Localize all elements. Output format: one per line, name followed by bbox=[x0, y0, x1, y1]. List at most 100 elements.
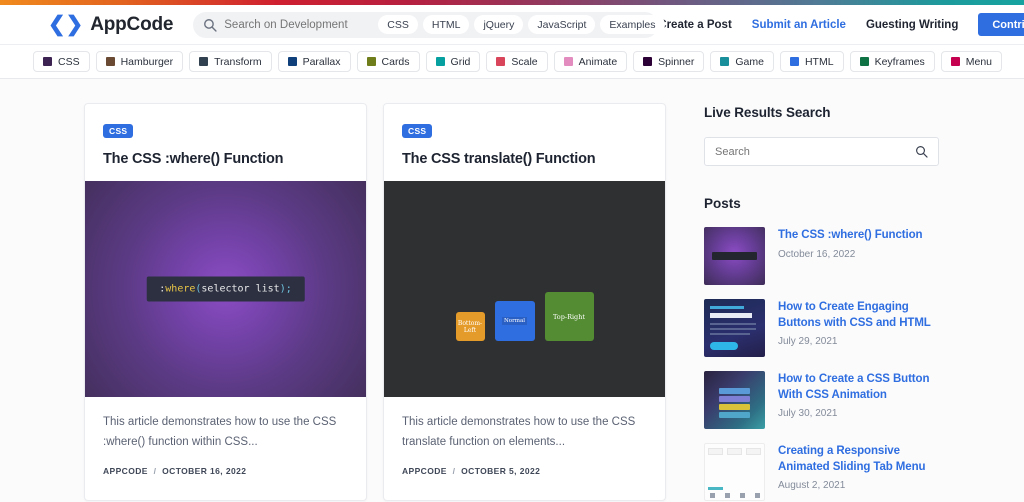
color-swatch-icon bbox=[105, 57, 115, 66]
post-body: How to Create Engaging Buttons with CSS … bbox=[778, 299, 939, 347]
list-item[interactable]: How to Create a CSS Button With CSS Anim… bbox=[704, 371, 939, 429]
category-parallax[interactable]: Parallax bbox=[277, 51, 351, 72]
nav-submit-an-article[interactable]: Submit an Article bbox=[752, 19, 846, 31]
list-item[interactable]: Creating a Responsive Animated Sliding T… bbox=[704, 443, 939, 501]
category-scale[interactable]: Scale bbox=[486, 51, 548, 72]
category-label: Menu bbox=[965, 55, 993, 68]
category-grid[interactable]: Grid bbox=[425, 51, 481, 72]
code-chevron-right-icon: ❯ bbox=[65, 13, 84, 36]
category-transform[interactable]: Transform bbox=[189, 51, 272, 72]
card-footer: This article demonstrates how to use the… bbox=[384, 397, 665, 492]
color-swatch-icon bbox=[435, 57, 445, 66]
card-author: APPCODE bbox=[103, 465, 148, 476]
chip-javascript[interactable]: JavaScript bbox=[528, 15, 596, 34]
code-semicolon: ; bbox=[285, 283, 292, 295]
code-args: selector list bbox=[201, 283, 280, 295]
post-date: July 29, 2021 bbox=[778, 336, 838, 348]
color-swatch-icon bbox=[563, 57, 573, 66]
card-meta: APPCODE / OCTOBER 16, 2022 bbox=[103, 466, 348, 476]
post-thumbnail bbox=[704, 371, 765, 429]
thumb-deco bbox=[710, 323, 756, 325]
post-date: July 30, 2021 bbox=[778, 408, 838, 420]
card-meta: APPCODE / OCTOBER 5, 2022 bbox=[402, 466, 647, 476]
category-label: Spinner bbox=[658, 55, 695, 68]
thumb-deco bbox=[719, 396, 750, 402]
category-label: Cards bbox=[381, 55, 410, 68]
category-html[interactable]: HTML bbox=[779, 51, 844, 72]
sidebar: Live Results Search Posts The CSS :where… bbox=[704, 103, 939, 501]
sidebar-search[interactable] bbox=[704, 137, 939, 166]
thumb-deco bbox=[710, 328, 756, 330]
color-swatch-icon bbox=[287, 57, 297, 66]
article-card[interactable]: CSS The CSS translate() Function Bottom-… bbox=[383, 103, 666, 501]
list-item[interactable]: How to Create Engaging Buttons with CSS … bbox=[704, 299, 939, 357]
category-hamburger[interactable]: Hamburger bbox=[95, 51, 184, 72]
header-search[interactable]: CSS HTML jQuery JavaScript Examples bbox=[193, 11, 665, 38]
category-menu[interactable]: Menu bbox=[940, 51, 1003, 72]
chip-css[interactable]: CSS bbox=[378, 15, 418, 34]
card-header: CSS The CSS translate() Function bbox=[384, 104, 665, 181]
post-date: October 16, 2022 bbox=[778, 248, 856, 260]
site-logo[interactable]: ❮ ❯ AppCode bbox=[48, 14, 173, 36]
card-thumbnail: Bottom-Left Normal Top-Right bbox=[384, 181, 665, 397]
category-badge[interactable]: CSS bbox=[103, 124, 134, 138]
sidebar-search-input[interactable] bbox=[715, 145, 915, 158]
post-title[interactable]: How to Create Engaging Buttons with CSS … bbox=[778, 300, 939, 331]
brand-name: AppCode bbox=[90, 13, 174, 35]
category-cards[interactable]: Cards bbox=[356, 51, 420, 72]
category-spinner[interactable]: Spinner bbox=[633, 51, 705, 72]
color-swatch-icon bbox=[496, 57, 506, 66]
card-author: APPCODE bbox=[402, 465, 447, 476]
demo-square-label: Top-Right bbox=[552, 312, 586, 321]
category-label: Parallax bbox=[302, 55, 341, 68]
category-keyframes[interactable]: Keyframes bbox=[849, 51, 935, 72]
search-filter-chips: CSS HTML jQuery JavaScript Examples bbox=[378, 15, 665, 34]
chip-html[interactable]: HTML bbox=[422, 15, 470, 34]
color-swatch-icon bbox=[720, 57, 730, 66]
thumb-deco bbox=[710, 333, 750, 335]
card-footer: This article demonstrates how to use the… bbox=[85, 397, 366, 492]
color-swatch-icon bbox=[366, 57, 376, 66]
thumb-deco bbox=[719, 388, 750, 394]
thumb-deco bbox=[710, 493, 715, 498]
post-title[interactable]: Creating a Responsive Animated Sliding T… bbox=[778, 444, 939, 475]
demo-square-normal: Normal bbox=[494, 301, 535, 341]
category-game[interactable]: Game bbox=[710, 51, 774, 72]
thumb-deco bbox=[708, 487, 723, 490]
post-body: The CSS :where() Function October 16, 20… bbox=[778, 227, 923, 260]
thumb-deco bbox=[740, 493, 745, 498]
contribute-button[interactable]: Contribute bbox=[978, 13, 1024, 36]
thumb-deco bbox=[710, 313, 752, 318]
posts-list: The CSS :where() Function October 16, 20… bbox=[704, 227, 939, 501]
chip-jquery[interactable]: jQuery bbox=[474, 15, 524, 34]
nav-guesting-writing[interactable]: Guesting Writing bbox=[866, 19, 958, 31]
card-title[interactable]: The CSS translate() Function bbox=[402, 151, 647, 167]
card-date: OCTOBER 16, 2022 bbox=[162, 465, 247, 476]
post-title[interactable]: The CSS :where() Function bbox=[778, 228, 923, 244]
category-animate[interactable]: Animate bbox=[553, 51, 628, 72]
live-results-heading: Live Results Search bbox=[704, 105, 831, 120]
search-icon[interactable] bbox=[915, 145, 928, 158]
code-chevrons-icon: ❮ bbox=[48, 13, 66, 36]
color-swatch-icon bbox=[789, 57, 799, 66]
nav-create-a-post[interactable]: Create a Post bbox=[658, 19, 732, 31]
category-css[interactable]: CSS bbox=[33, 51, 90, 72]
search-input[interactable] bbox=[224, 18, 379, 31]
category-label: Transform bbox=[214, 55, 262, 68]
thumb-deco bbox=[710, 306, 744, 309]
category-label: Keyframes bbox=[874, 55, 925, 68]
category-label: Game bbox=[735, 55, 764, 68]
post-title[interactable]: How to Create a CSS Button With CSS Anim… bbox=[778, 372, 939, 403]
card-excerpt: This article demonstrates how to use the… bbox=[402, 416, 636, 448]
color-swatch-icon bbox=[43, 57, 52, 66]
post-body: How to Create a CSS Button With CSS Anim… bbox=[778, 371, 939, 419]
chip-examples[interactable]: Examples bbox=[600, 15, 665, 34]
list-item[interactable]: The CSS :where() Function October 16, 20… bbox=[704, 227, 939, 285]
card-title[interactable]: The CSS :where() Function bbox=[103, 151, 348, 167]
article-card[interactable]: CSS The CSS :where() Function :where(sel… bbox=[84, 103, 367, 501]
category-badge[interactable]: CSS bbox=[402, 124, 433, 138]
main-content: CSS The CSS :where() Function :where(sel… bbox=[0, 79, 1024, 501]
post-thumbnail bbox=[704, 443, 765, 501]
category-label: Grid bbox=[450, 55, 471, 68]
code-keyword: where bbox=[165, 283, 196, 295]
